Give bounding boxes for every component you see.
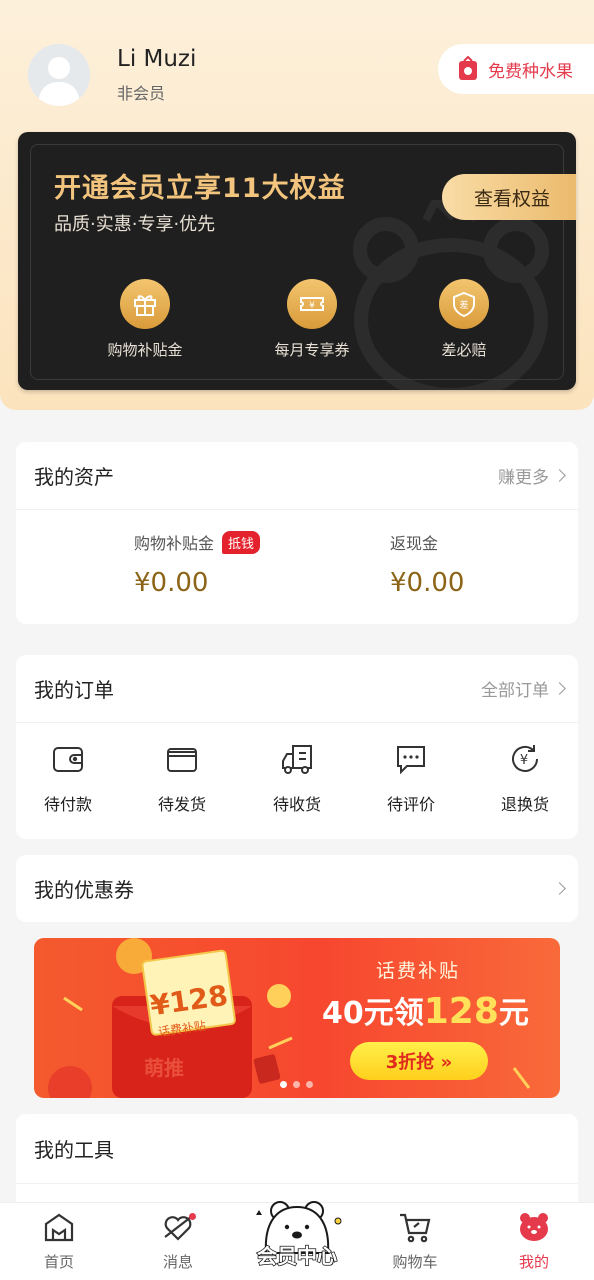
order-pending-payment[interactable]: 待付款 — [12, 741, 124, 815]
order-label: 退换货 — [500, 795, 549, 814]
banner-offer: 40元领128元 — [322, 988, 529, 1032]
cart-icon — [400, 1213, 431, 1243]
promo-banner[interactable]: ¥128 话费补贴 萌推 话费补贴 40元领128元 3折抢 » — [34, 938, 560, 1098]
chevron-right-icon — [553, 882, 566, 895]
order-label: 待收货 — [272, 795, 321, 814]
chevron-right-icon — [553, 682, 566, 695]
tab-label: 首页 — [43, 1253, 74, 1271]
coupons-card[interactable]: 我的优惠券 — [16, 855, 578, 922]
order-to-ship[interactable]: 待发货 — [126, 741, 238, 815]
order-to-review[interactable]: 待评价 — [355, 741, 467, 815]
offer-highlight: 128 — [423, 991, 499, 1032]
order-label: 待发货 — [157, 795, 206, 814]
free-fruit-label: 免费种水果 — [488, 61, 573, 82]
order-to-receive[interactable]: 待收货 — [241, 741, 353, 815]
asset-value: ¥0.00 — [134, 568, 209, 598]
earn-more-link[interactable]: 赚更多 — [498, 463, 566, 488]
benefit-subsidy[interactable]: 购物补贴金 — [75, 279, 215, 360]
offer-suffix: 元 — [498, 996, 529, 1031]
member-card[interactable]: 开通会员立享11大权益 品质·实惠·专享·优先 查看权益 购物补贴金 ¥ 每月专… — [18, 132, 576, 390]
bear-profile-icon — [520, 1213, 548, 1241]
member-card-title: 开通会员立享11大权益 — [54, 173, 346, 204]
gift-icon — [120, 279, 170, 329]
tab-cart[interactable]: 购物车 — [370, 1209, 460, 1272]
truck-icon — [282, 745, 312, 774]
orders-card: 我的订单 全部订单 待付款 待发货 待收货 待评价 ¥ 退换货 — [16, 655, 578, 839]
all-orders-label: 全部订单 — [481, 681, 549, 701]
carousel-dot[interactable] — [293, 1081, 300, 1088]
avatar[interactable] — [28, 44, 90, 106]
svg-text:¥: ¥ — [520, 753, 528, 768]
tab-label: 购物车 — [392, 1253, 438, 1271]
box-icon — [167, 748, 197, 772]
member-status: 非会员 — [117, 84, 166, 103]
tools-title: 我的工具 — [34, 1138, 114, 1162]
ticket-icon: ¥ — [287, 279, 337, 329]
asset-value: ¥0.00 — [390, 568, 465, 598]
tab-messages[interactable]: 消息 — [133, 1209, 223, 1272]
orders-title: 我的订单 — [34, 678, 114, 702]
default-avatar-icon — [28, 44, 90, 106]
wallet-icon — [53, 747, 83, 772]
refund-icon: ¥ — [512, 745, 538, 772]
benefit-label: 购物补贴金 — [107, 341, 183, 359]
svg-text:¥: ¥ — [309, 301, 315, 311]
asset-cashback[interactable]: 返现金 ¥0.00 — [390, 530, 464, 598]
tab-profile[interactable]: 我的 — [489, 1209, 579, 1272]
unread-dot — [189, 1213, 196, 1220]
asset-label: 返现金 — [390, 534, 439, 553]
coupons-title: 我的优惠券 — [34, 878, 134, 902]
order-label: 待付款 — [43, 795, 92, 814]
bottom-tab-bar: 首页 消息 会员中心 购物车 我的 — [0, 1201, 594, 1280]
benefit-label: 差必赔 — [441, 341, 487, 359]
coupons-arrow[interactable] — [549, 882, 566, 895]
view-rights-button[interactable]: 查看权益 — [442, 174, 576, 220]
benefit-label: 每月专享券 — [274, 341, 350, 359]
tab-label: 我的 — [518, 1253, 549, 1271]
envelope-text: 萌推 — [144, 1056, 184, 1080]
fruit-bag-icon — [459, 56, 477, 80]
tab-home[interactable]: 首页 — [14, 1209, 104, 1272]
tab-label: 消息 — [162, 1253, 193, 1271]
carousel-dots — [280, 1081, 313, 1088]
all-orders-link[interactable]: 全部订单 — [481, 676, 566, 701]
order-label: 待评价 — [386, 795, 435, 814]
svg-text:差: 差 — [459, 299, 468, 311]
home-icon — [44, 1213, 74, 1242]
asset-label: 购物补贴金 — [134, 534, 215, 553]
chevron-right-icon — [553, 469, 566, 482]
benefit-price-guarantee[interactable]: 差 差必赔 — [394, 279, 534, 360]
carousel-dot[interactable] — [280, 1081, 287, 1088]
banner-heading: 话费补贴 — [376, 960, 461, 982]
carousel-dot[interactable] — [306, 1081, 313, 1088]
tab-member-center[interactable]: 会员中心 — [244, 1191, 350, 1279]
offer-prefix: 40元领 — [322, 996, 424, 1031]
assets-card: 我的资产 赚更多 购物补贴金 抵钱 ¥0.00 返现金 ¥0.00 — [16, 442, 578, 624]
benefit-monthly-coupon[interactable]: ¥ 每月专享券 — [242, 279, 382, 360]
asset-subsidy[interactable]: 购物补贴金 抵钱 ¥0.00 — [134, 530, 261, 598]
coupons-header: 我的优惠券 — [16, 855, 578, 922]
tab-label: 会员中心 — [256, 1243, 338, 1269]
member-card-subtitle: 品质·实惠·专享·优先 — [54, 214, 216, 235]
tools-header: 我的工具 — [16, 1114, 578, 1184]
banner-cta-button[interactable]: 3折抢 » — [350, 1042, 488, 1080]
orders-header: 我的订单 全部订单 — [16, 655, 578, 723]
shield-icon: 差 — [439, 279, 489, 329]
assets-header: 我的资产 赚更多 — [16, 442, 578, 510]
order-refund[interactable]: ¥ 退换货 — [469, 741, 581, 815]
deduct-tag: 抵钱 — [222, 530, 261, 554]
chat-icon — [397, 746, 425, 775]
earn-more-label: 赚更多 — [498, 468, 549, 488]
username: Li Muzi — [117, 46, 197, 72]
assets-title: 我的资产 — [34, 465, 114, 489]
free-fruit-button[interactable]: 免费种水果 — [438, 44, 594, 94]
